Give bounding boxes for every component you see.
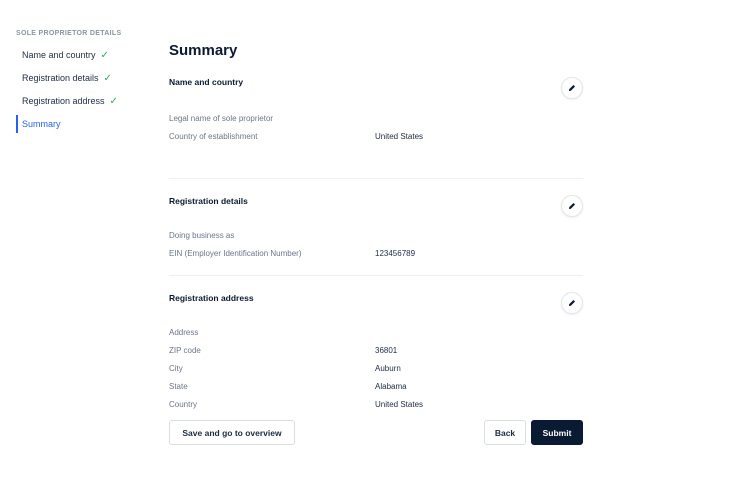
detail-row: Address xyxy=(169,324,583,342)
row-label: Address xyxy=(169,328,199,337)
row-label: EIN (Employer Identification Number) xyxy=(169,249,302,258)
check-icon: ✓ xyxy=(109,96,118,107)
row-value: Alabama xyxy=(375,382,407,391)
section-title: Registration address xyxy=(169,293,254,303)
sidebar-item-registration-details[interactable]: Registration details ✓ xyxy=(16,70,146,93)
sidebar-item-summary[interactable]: Summary xyxy=(16,115,146,139)
row-label: State xyxy=(169,382,188,391)
detail-row: Legal name of sole proprietor xyxy=(169,110,583,128)
row-label: Country xyxy=(169,400,198,409)
section-title: Registration details xyxy=(169,196,248,206)
row-value: 123456789 xyxy=(375,249,416,258)
row-label: ZIP code xyxy=(169,346,201,355)
row-value: 36801 xyxy=(375,346,398,355)
section-registration-details: Registration details Doing business as E… xyxy=(169,179,583,276)
sidebar-item-label: Registration address xyxy=(22,96,105,106)
check-icon: ✓ xyxy=(103,73,112,84)
edit-registration-address-button[interactable] xyxy=(561,292,583,314)
detail-row: EIN (Employer Identification Number) 123… xyxy=(169,245,583,263)
save-and-go-to-overview-button[interactable]: Save and go to overview xyxy=(169,420,295,445)
pencil-icon xyxy=(568,202,576,210)
pencil-icon xyxy=(568,299,576,307)
check-icon: ✓ xyxy=(100,50,109,61)
section-registration-address: Registration address Address ZIP code 36… xyxy=(169,276,583,414)
sidebar-item-name-and-country[interactable]: Name and country ✓ xyxy=(16,47,146,70)
section-name-and-country: Name and country Legal name of sole prop… xyxy=(169,76,583,179)
back-button[interactable]: Back xyxy=(484,420,526,445)
sidebar-item-label: Registration details xyxy=(22,73,99,83)
sidebar-heading: SOLE PROPRIETOR DETAILS xyxy=(16,30,122,37)
row-label: Legal name of sole proprietor xyxy=(169,114,274,123)
form-actions: Save and go to overview Back Submit xyxy=(169,420,583,445)
row-value: United States xyxy=(375,400,424,409)
sidebar-item-registration-address[interactable]: Registration address ✓ xyxy=(16,93,146,116)
row-value: United States xyxy=(375,132,424,141)
sidebar-nav: SOLE PROPRIETOR DETAILS Name and country… xyxy=(16,30,146,139)
submit-button[interactable]: Submit xyxy=(531,420,583,445)
detail-row: State Alabama xyxy=(169,378,583,396)
row-label: Doing business as xyxy=(169,231,235,240)
detail-row: City Auburn xyxy=(169,360,583,378)
page-title: Summary xyxy=(169,42,238,59)
detail-row: Country of establishment United States xyxy=(169,128,583,146)
row-label: Country of establishment xyxy=(169,132,258,141)
detail-row: Doing business as xyxy=(169,227,583,245)
detail-row: Country United States xyxy=(169,396,583,414)
detail-row: ZIP code 36801 xyxy=(169,342,583,360)
sidebar-item-label: Name and country xyxy=(22,50,96,60)
row-value: Auburn xyxy=(375,364,401,373)
section-title: Name and country xyxy=(169,77,244,87)
edit-registration-details-button[interactable] xyxy=(561,195,583,217)
edit-name-and-country-button[interactable] xyxy=(561,77,583,99)
pencil-icon xyxy=(568,84,576,92)
sidebar-item-label: Summary xyxy=(22,119,61,129)
row-label: City xyxy=(169,364,183,373)
summary-panel: Summary Name and country Legal name of s… xyxy=(169,40,583,414)
